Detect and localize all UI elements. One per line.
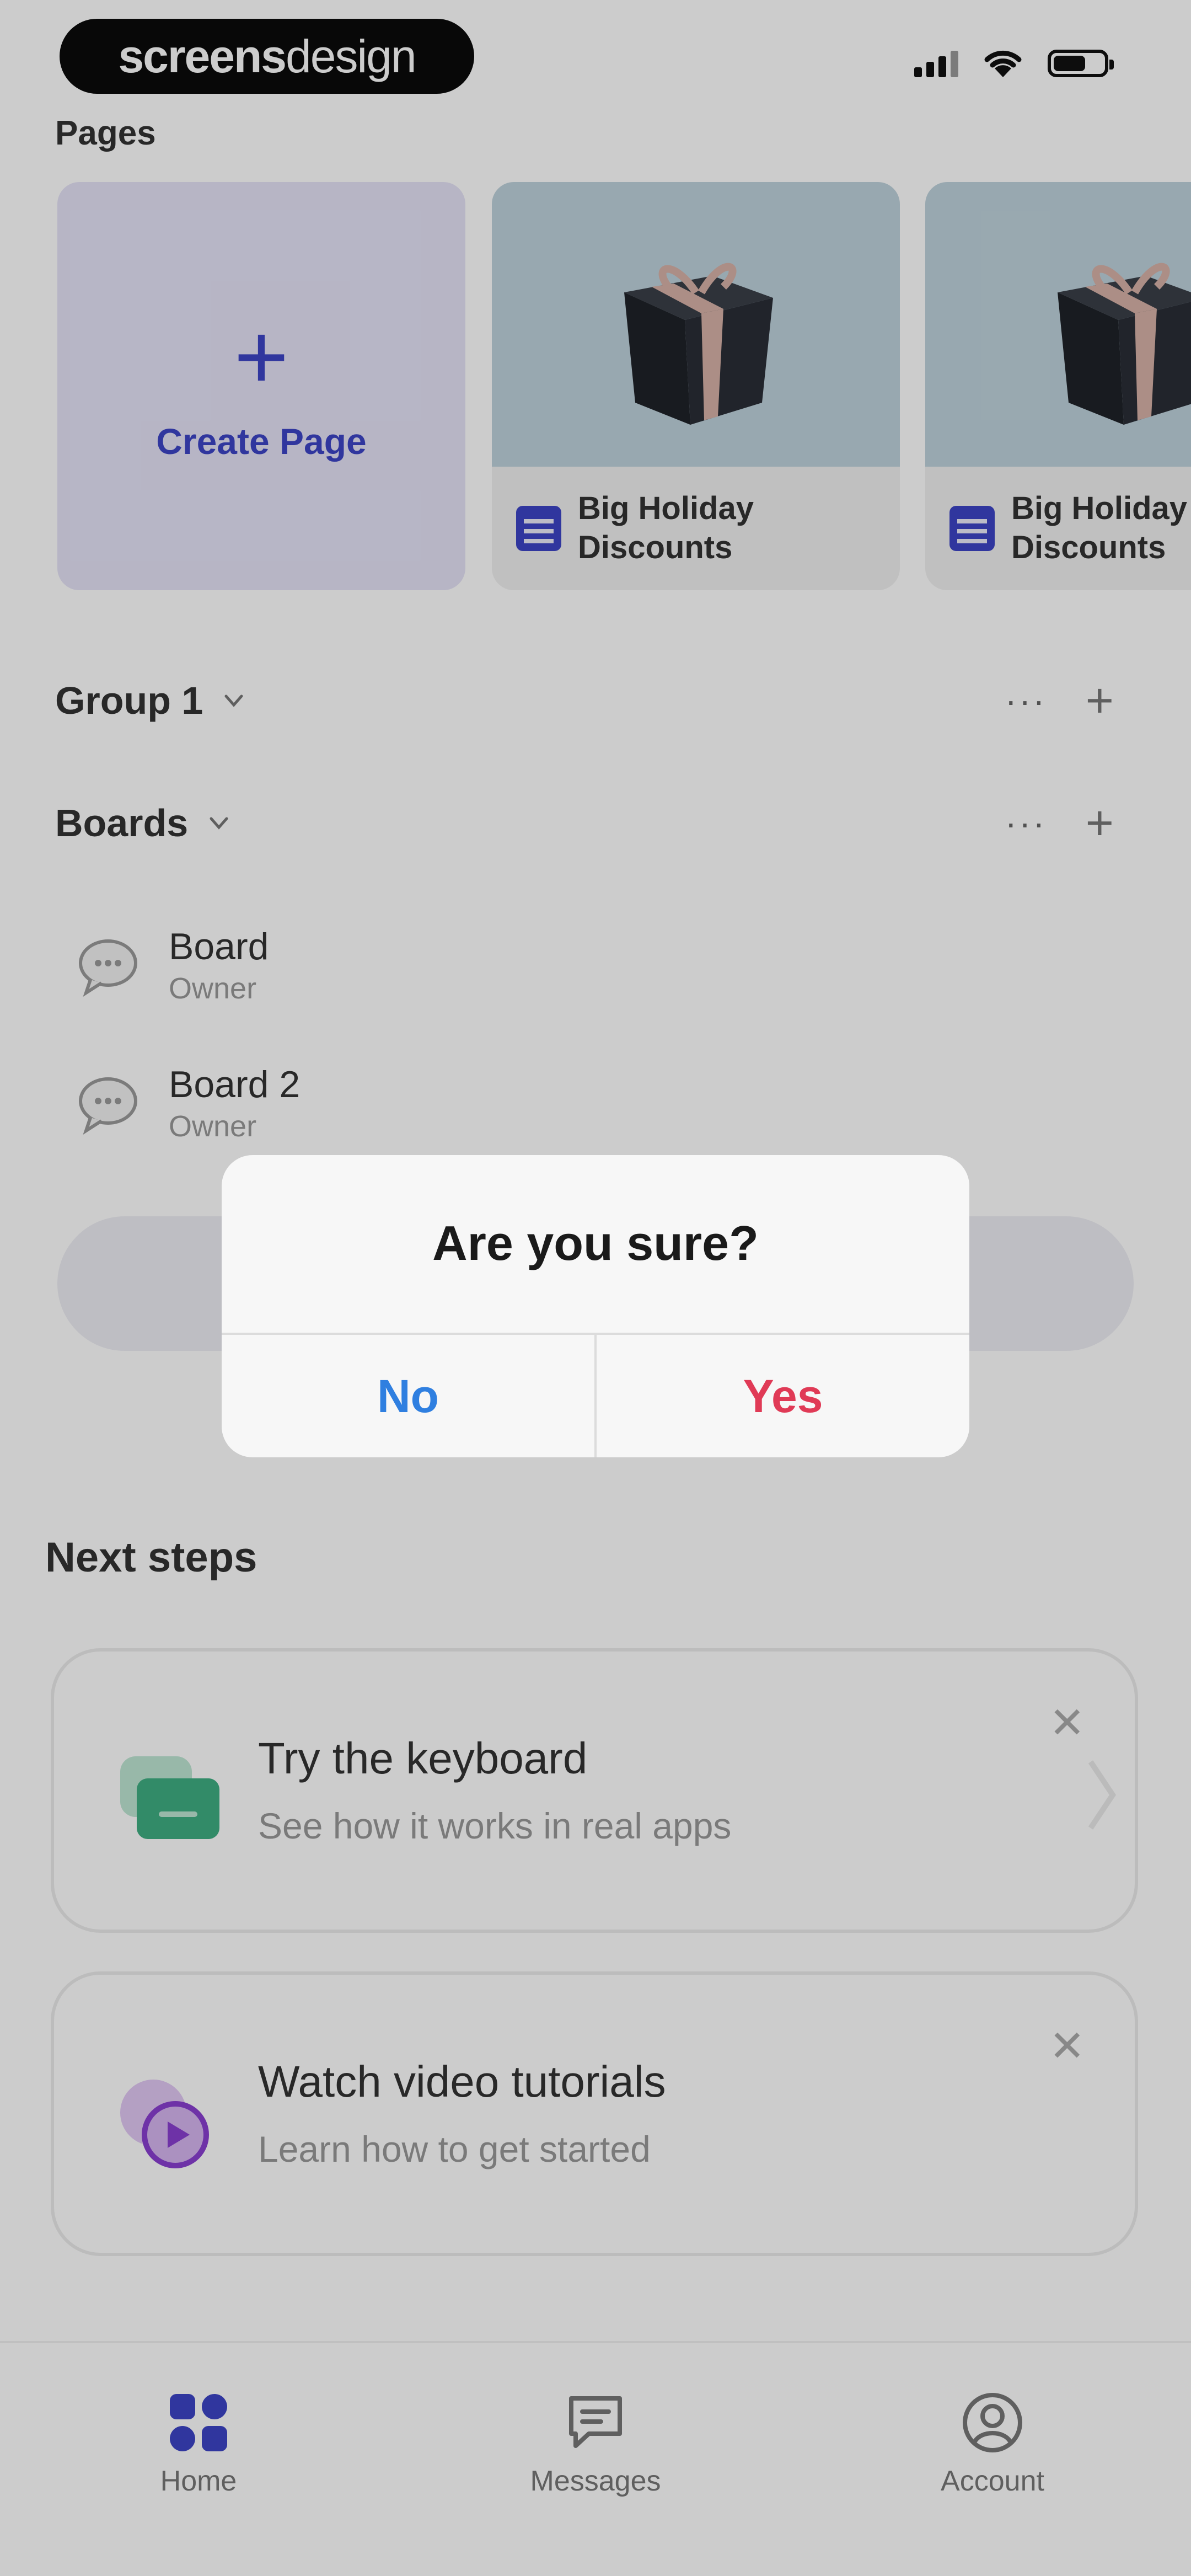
no-button[interactable]: No xyxy=(222,1335,594,1457)
confirm-dialog: Are you sure? No Yes xyxy=(222,1155,969,1457)
yes-button[interactable]: Yes xyxy=(597,1335,969,1457)
dialog-title: Are you sure? xyxy=(432,1216,759,1270)
app-screen: screens design Pages + Create Page Big H… xyxy=(0,0,1191,2576)
